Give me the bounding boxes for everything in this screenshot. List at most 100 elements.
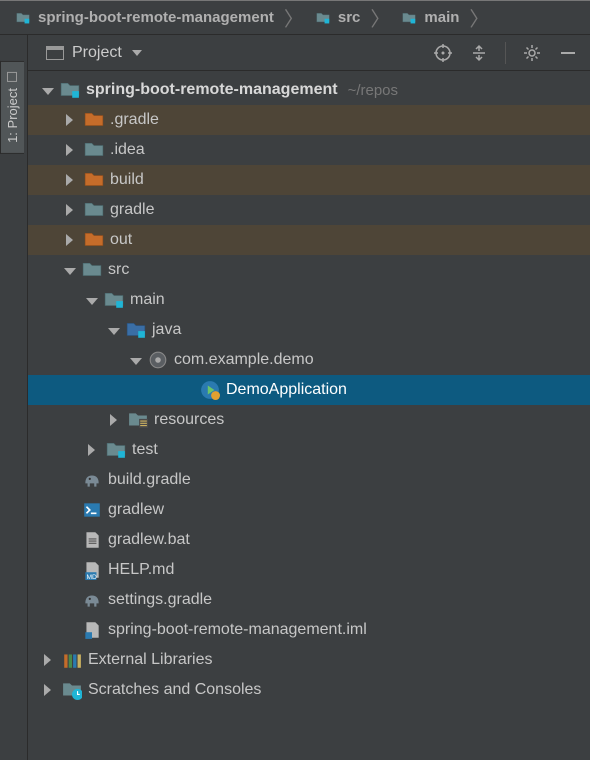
project-panel-header: Project — [28, 35, 590, 71]
tree-item-label: gradlew — [108, 501, 164, 519]
iml-file-icon — [82, 621, 102, 639]
expand-toggle-icon[interactable] — [66, 234, 78, 246]
chevron-right-icon: 〉 — [278, 3, 310, 32]
tree-item-label: com.example.demo — [174, 351, 314, 369]
chevron-right-icon: 〉 — [463, 3, 495, 32]
tree-item-label: java — [152, 321, 181, 339]
tree-item-label: DemoApplication — [226, 381, 347, 399]
tree-item-settings-gradle[interactable]: settings.gradle — [28, 585, 590, 615]
folder-icon — [84, 141, 104, 159]
tree-item-iml[interactable]: spring-boot-remote-management.iml — [28, 615, 590, 645]
project-tool-window: Project spring-boot-remote-management ~/… — [28, 35, 590, 760]
text-file-icon — [82, 531, 102, 549]
project-tab-icon — [8, 72, 18, 82]
runnable-class-icon — [200, 381, 220, 399]
breadcrumb-main-label: main — [424, 9, 459, 26]
expand-toggle-icon[interactable] — [66, 174, 78, 186]
tree-scratches[interactable]: Scratches and Consoles — [28, 675, 590, 705]
spacer — [64, 474, 76, 486]
tree-item-label: src — [108, 261, 129, 279]
project-view-selector[interactable]: Project — [72, 44, 122, 62]
expand-toggle-icon[interactable] — [42, 88, 54, 95]
expand-toggle-icon[interactable] — [108, 328, 120, 335]
tree-root-label: spring-boot-remote-management — [86, 81, 338, 99]
breadcrumb-root-label: spring-boot-remote-management — [38, 9, 274, 26]
tree-item-build-gradle[interactable]: build.gradle — [28, 465, 590, 495]
expand-toggle-icon[interactable] — [130, 358, 142, 365]
tree-item-label: Scratches and Consoles — [88, 681, 261, 699]
tree-item-demo-application[interactable]: DemoApplication — [28, 375, 590, 405]
folder-icon — [14, 11, 32, 25]
tree-item-gradle[interactable]: gradle — [28, 195, 590, 225]
expand-toggle-icon[interactable] — [66, 114, 78, 126]
spacer — [64, 504, 76, 516]
tree-item-resources[interactable]: resources — [28, 405, 590, 435]
spacer — [64, 594, 76, 606]
tree-item-src[interactable]: src — [28, 255, 590, 285]
spacer — [64, 564, 76, 576]
tree-item-gradlew-bat[interactable]: gradlew.bat — [28, 525, 590, 555]
tree-item-label: resources — [154, 411, 224, 429]
gradle-file-icon — [82, 591, 102, 609]
tree-item-out[interactable]: out — [28, 225, 590, 255]
folder-icon — [314, 11, 332, 25]
tree-item-java[interactable]: java — [28, 315, 590, 345]
folder-icon — [84, 201, 104, 219]
tree-item-label: build.gradle — [108, 471, 191, 489]
folder-icon — [82, 261, 102, 279]
locate-button[interactable] — [429, 39, 457, 67]
dropdown-arrow-icon[interactable] — [132, 50, 142, 56]
tree-item-label: spring-boot-remote-management.iml — [108, 621, 367, 639]
breadcrumb-main[interactable]: main — [396, 7, 463, 28]
source-folder-icon — [126, 321, 146, 339]
tree-item-main[interactable]: main — [28, 285, 590, 315]
module-folder-icon — [104, 291, 124, 309]
expand-toggle-icon[interactable] — [44, 684, 56, 696]
tree-item-package[interactable]: com.example.demo — [28, 345, 590, 375]
tree-item-build[interactable]: build — [28, 165, 590, 195]
shell-file-icon — [82, 501, 102, 519]
breadcrumb-root[interactable]: spring-boot-remote-management — [10, 7, 278, 28]
folder-icon — [84, 231, 104, 249]
tree-item-label: HELP.md — [108, 561, 174, 579]
spacer — [64, 534, 76, 546]
expand-toggle-icon[interactable] — [66, 204, 78, 216]
markdown-file-icon — [82, 561, 102, 579]
tree-item-label: gradlew.bat — [108, 531, 190, 549]
expand-toggle-icon[interactable] — [44, 654, 56, 666]
tree-item-idea[interactable]: .idea — [28, 135, 590, 165]
tree-item-test[interactable]: test — [28, 435, 590, 465]
tree-item-gradle-dot[interactable]: .gradle — [28, 105, 590, 135]
hide-button[interactable] — [554, 39, 582, 67]
tree-item-label: .gradle — [110, 111, 159, 129]
gradle-file-icon — [82, 471, 102, 489]
tree-item-label: build — [110, 171, 144, 189]
expand-toggle-icon[interactable] — [64, 268, 76, 275]
tool-window-tab-project[interactable]: 1: Project — [0, 61, 24, 154]
chevron-right-icon: 〉 — [364, 3, 396, 32]
tree-item-label: test — [132, 441, 158, 459]
expand-toggle-icon[interactable] — [110, 414, 122, 426]
expand-toggle-icon[interactable] — [86, 298, 98, 305]
expand-toggle-icon[interactable] — [88, 444, 100, 456]
breadcrumb-bar: spring-boot-remote-management 〉 src 〉 ma… — [0, 1, 590, 35]
tree-item-label: .idea — [110, 141, 145, 159]
project-tree[interactable]: spring-boot-remote-management ~/repos .g… — [28, 71, 590, 705]
folder-icon — [400, 11, 418, 25]
breadcrumb-src[interactable]: src — [310, 7, 365, 28]
expand-all-button[interactable] — [465, 39, 493, 67]
settings-button[interactable] — [518, 39, 546, 67]
folder-icon — [84, 171, 104, 189]
tree-root[interactable]: spring-boot-remote-management ~/repos — [28, 75, 590, 105]
expand-toggle-icon[interactable] — [66, 144, 78, 156]
tree-item-label: External Libraries — [88, 651, 213, 669]
tree-item-label: main — [130, 291, 165, 309]
project-tab-label: 1: Project — [5, 88, 20, 143]
tree-item-label: settings.gradle — [108, 591, 212, 609]
tree-item-label: out — [110, 231, 132, 249]
package-icon — [148, 351, 168, 369]
project-view-icon — [46, 46, 64, 60]
tree-external-libraries[interactable]: External Libraries — [28, 645, 590, 675]
tree-item-help-md[interactable]: HELP.md — [28, 555, 590, 585]
tree-item-gradlew[interactable]: gradlew — [28, 495, 590, 525]
